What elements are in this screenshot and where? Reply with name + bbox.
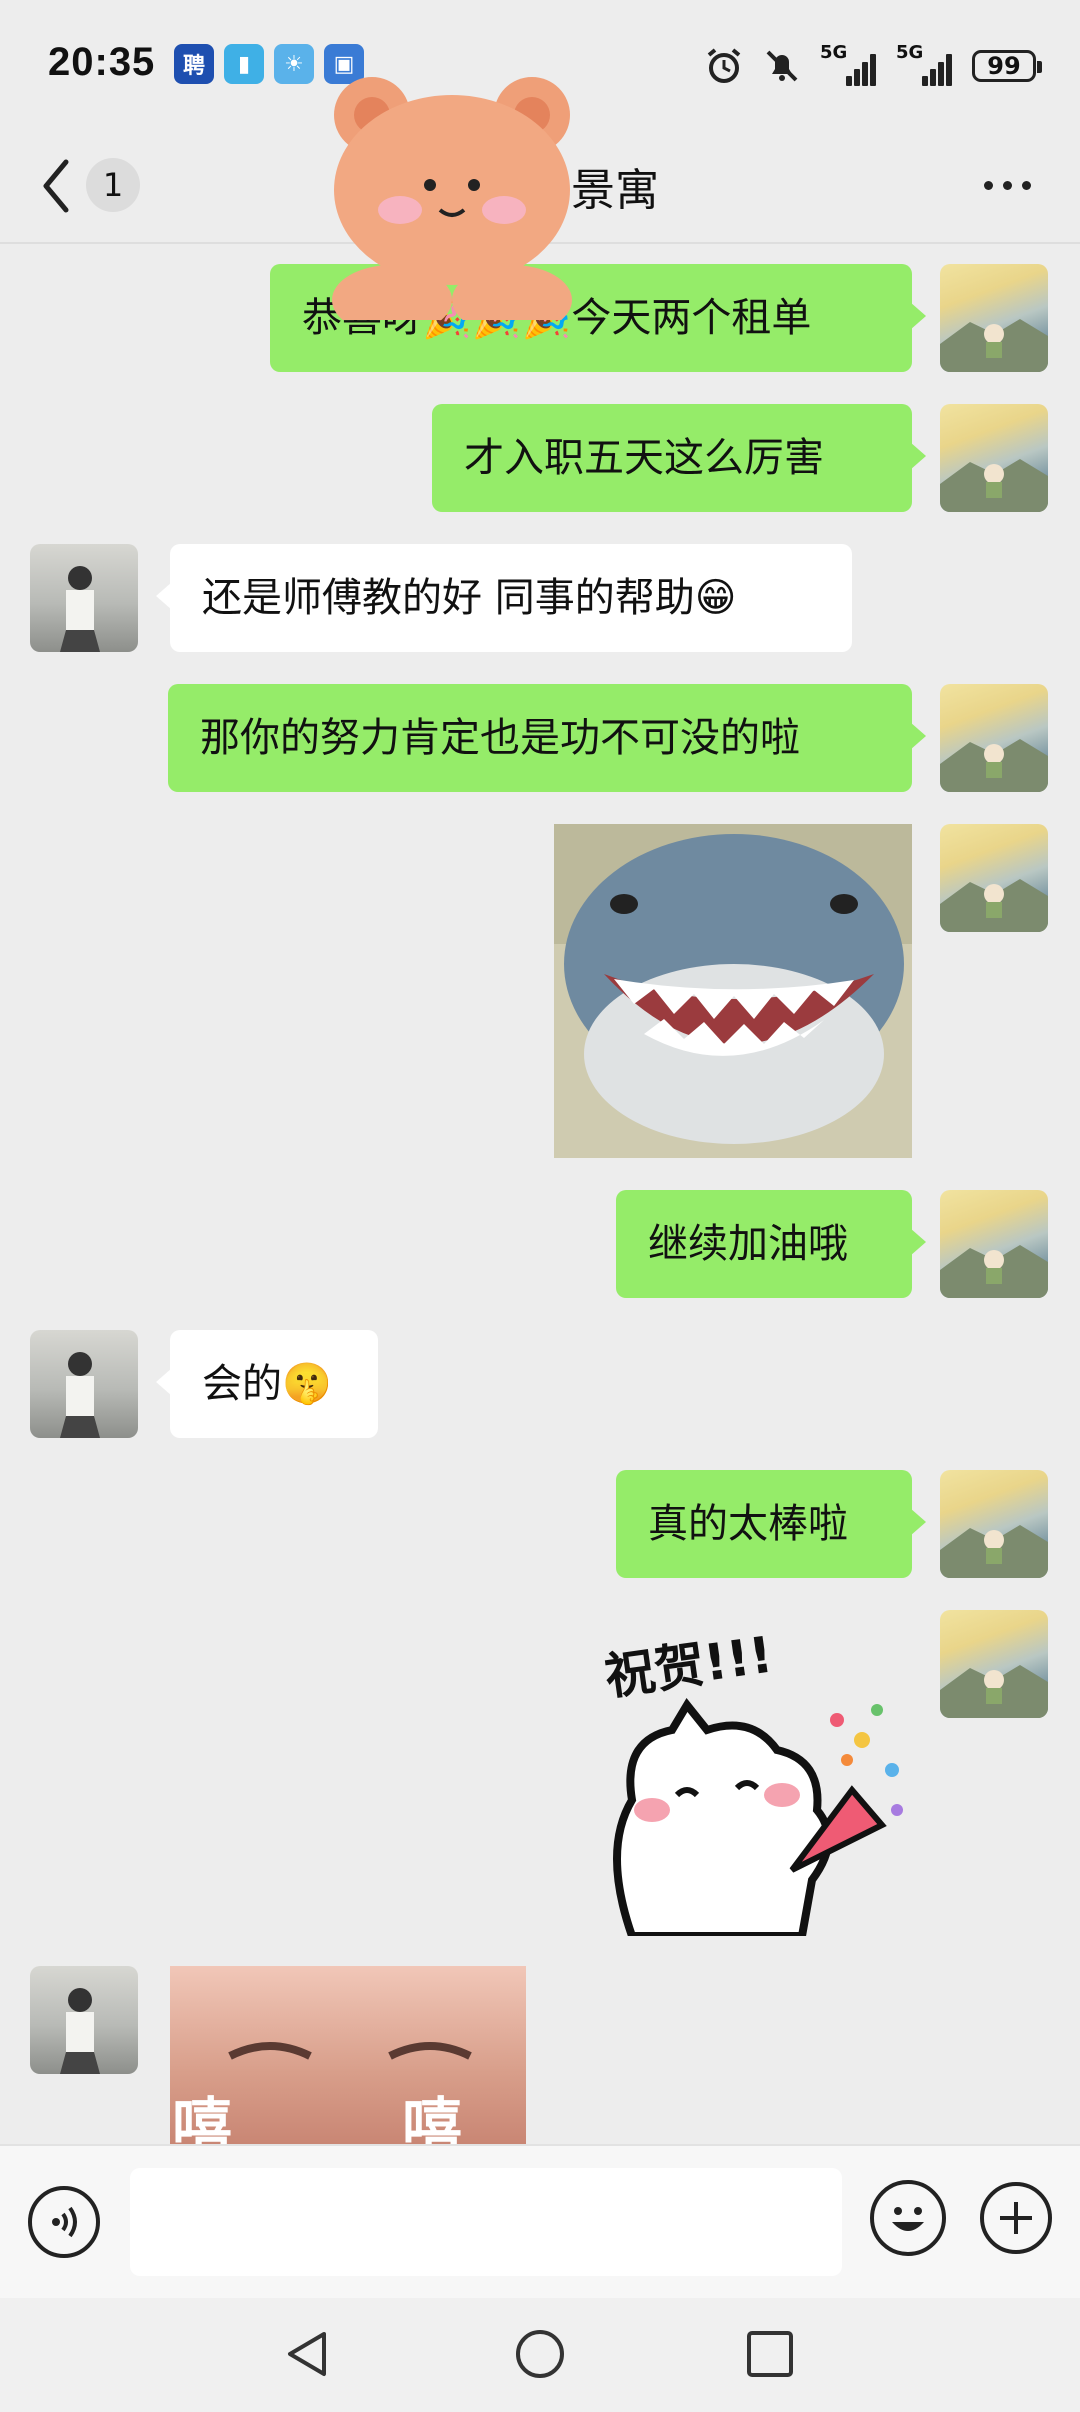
battery-icon: 99 <box>972 50 1042 82</box>
shark-sticker-image[interactable] <box>554 824 912 1158</box>
message-bubble[interactable]: 还是师傅教的好 同事的帮助😁 <box>156 544 852 652</box>
message-bubble[interactable]: 会的🤫 <box>156 1330 378 1438</box>
nav-back-icon[interactable] <box>282 2328 334 2380</box>
my-avatar[interactable] <box>940 1190 1048 1298</box>
ping-app-icon: 聘 <box>174 44 214 84</box>
input-bar <box>0 2144 1080 2300</box>
voice-icon <box>52 2206 77 2238</box>
contact-avatar[interactable] <box>30 1966 138 2074</box>
dot-icon <box>1022 180 1031 190</box>
weather-app-icon: ☀ <box>274 44 314 84</box>
congrats-cat-sticker[interactable]: 祝贺!!! <box>592 1610 912 1936</box>
message-bubble[interactable]: 那你的努力肯定也是功不可没的啦 <box>168 684 926 792</box>
my-avatar[interactable] <box>940 264 1048 372</box>
signal-5g-icon: 5G <box>820 42 878 86</box>
more-actions-button[interactable] <box>980 2182 1052 2254</box>
sticker-caption: 嘻 <box>172 2092 232 2144</box>
message-bubble[interactable]: 才入职五天这么厉害 <box>432 404 926 512</box>
status-indicators: 5G 5G 99 <box>704 42 1042 88</box>
bear-sticker <box>332 77 572 320</box>
alarm-icon <box>707 48 741 83</box>
emoji-button[interactable] <box>870 2180 946 2256</box>
message-bubble[interactable]: 真的太棒啦 <box>616 1470 926 1578</box>
voice-input-button[interactable] <box>28 2186 100 2258</box>
battery-level: 99 <box>987 52 1021 80</box>
my-avatar[interactable] <box>940 824 1048 932</box>
contact-avatar[interactable] <box>30 544 138 652</box>
clock: 20:35 <box>48 40 156 84</box>
my-avatar[interactable] <box>940 684 1048 792</box>
plus-icon <box>1000 2202 1032 2234</box>
my-avatar[interactable] <box>940 1610 1048 1718</box>
my-avatar[interactable] <box>940 1470 1048 1578</box>
more-options-button[interactable] <box>984 170 1040 200</box>
my-avatar[interactable] <box>940 404 1048 512</box>
emoji-icon <box>892 2207 924 2231</box>
signal-5g-icon: 5G <box>896 42 954 86</box>
dot-icon <box>1003 180 1012 190</box>
sticker-caption: 嘻 <box>402 2092 462 2144</box>
laughing-baby-sticker[interactable]: 嘻 嘻 <box>170 1966 526 2144</box>
dot-icon <box>984 180 993 190</box>
mute-bell-icon <box>766 50 798 82</box>
nav-home-icon[interactable] <box>514 2328 566 2380</box>
nav-recents-icon[interactable] <box>744 2328 796 2380</box>
book-app-icon: ▮ <box>224 44 264 84</box>
system-navigation-bar <box>0 2298 1080 2412</box>
message-input[interactable] <box>130 2168 842 2276</box>
message-bubble[interactable]: 继续加油哦 <box>616 1190 926 1298</box>
contact-avatar[interactable] <box>30 1330 138 1438</box>
